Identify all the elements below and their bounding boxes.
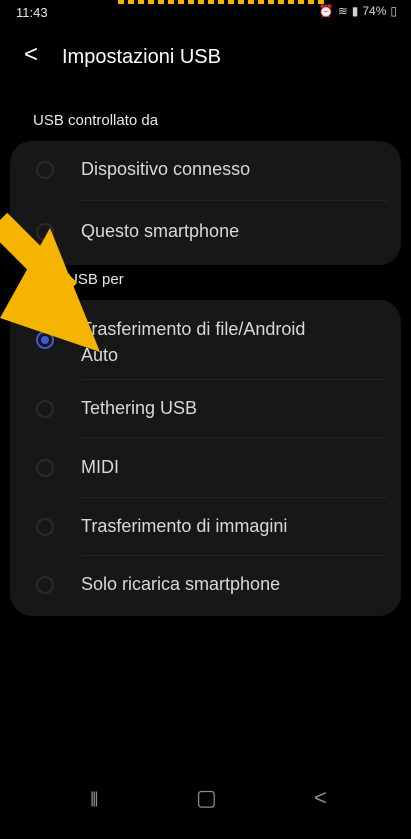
option-tethering[interactable]: Tethering USB bbox=[10, 380, 401, 438]
page-title: Impostazioni USB bbox=[62, 46, 221, 68]
option-label: Trasferimento di file/Android Auto bbox=[81, 316, 305, 368]
recents-button[interactable]: ||| bbox=[90, 790, 99, 808]
option-label: Dispositivo connesso bbox=[81, 159, 251, 179]
nav-back-button[interactable]: < bbox=[314, 785, 327, 811]
option-label: Tethering USB bbox=[81, 398, 198, 418]
option-charge-only[interactable]: Solo ricarica smartphone bbox=[10, 556, 401, 616]
radio-charge-only[interactable] bbox=[36, 576, 54, 594]
section-heading-usb-controlled-by: USB controllato da bbox=[33, 112, 159, 129]
option-label: Questo smartphone bbox=[81, 221, 240, 241]
usb-controlled-by-card: Dispositivo connesso Questo smartphone bbox=[10, 141, 401, 265]
radio-tethering[interactable] bbox=[36, 400, 54, 418]
option-label: Solo ricarica smartphone bbox=[81, 574, 281, 594]
wifi-icon: ≋ bbox=[337, 4, 348, 18]
radio-connected-device[interactable] bbox=[36, 161, 54, 179]
radio-midi[interactable] bbox=[36, 459, 54, 477]
battery-percent: 74% bbox=[362, 4, 387, 18]
option-label-line1: Trasferimento di file/Android bbox=[81, 319, 306, 339]
signal-icon: ▮ bbox=[351, 4, 359, 18]
section-heading-usb-for: USB per bbox=[67, 271, 124, 288]
option-file-transfer[interactable]: Trasferimento di file/Android Auto bbox=[10, 300, 401, 380]
back-button[interactable]: < bbox=[24, 42, 38, 68]
navigation-bar: ||| ▢ < bbox=[0, 776, 411, 839]
radio-this-smartphone[interactable] bbox=[36, 223, 54, 241]
radio-image-transfer[interactable] bbox=[36, 518, 54, 536]
status-icons: ⏰ ≋ ▮ 74% ▯ bbox=[319, 4, 397, 18]
status-bar: 11:43 ⏰ ≋ ▮ 74% ▯ bbox=[0, 0, 411, 24]
option-midi[interactable]: MIDI bbox=[10, 438, 401, 498]
option-label: Trasferimento di immagini bbox=[81, 516, 288, 536]
battery-icon: ▯ bbox=[390, 4, 397, 18]
option-image-transfer[interactable]: Trasferimento di immagini bbox=[10, 498, 401, 556]
option-label-line2: Auto bbox=[81, 345, 119, 365]
usb-for-card: Trasferimento di file/Android Auto Tethe… bbox=[10, 300, 401, 616]
alarm-icon: ⏰ bbox=[318, 4, 334, 18]
option-this-smartphone[interactable]: Questo smartphone bbox=[10, 201, 401, 261]
app-bar: < Impostazioni USB bbox=[0, 38, 411, 78]
option-connected-device[interactable]: Dispositivo connesso bbox=[10, 141, 401, 201]
home-button[interactable]: ▢ bbox=[196, 785, 217, 811]
status-time: 11:43 bbox=[16, 5, 48, 20]
option-label: MIDI bbox=[81, 457, 119, 477]
radio-file-transfer[interactable] bbox=[36, 331, 54, 349]
